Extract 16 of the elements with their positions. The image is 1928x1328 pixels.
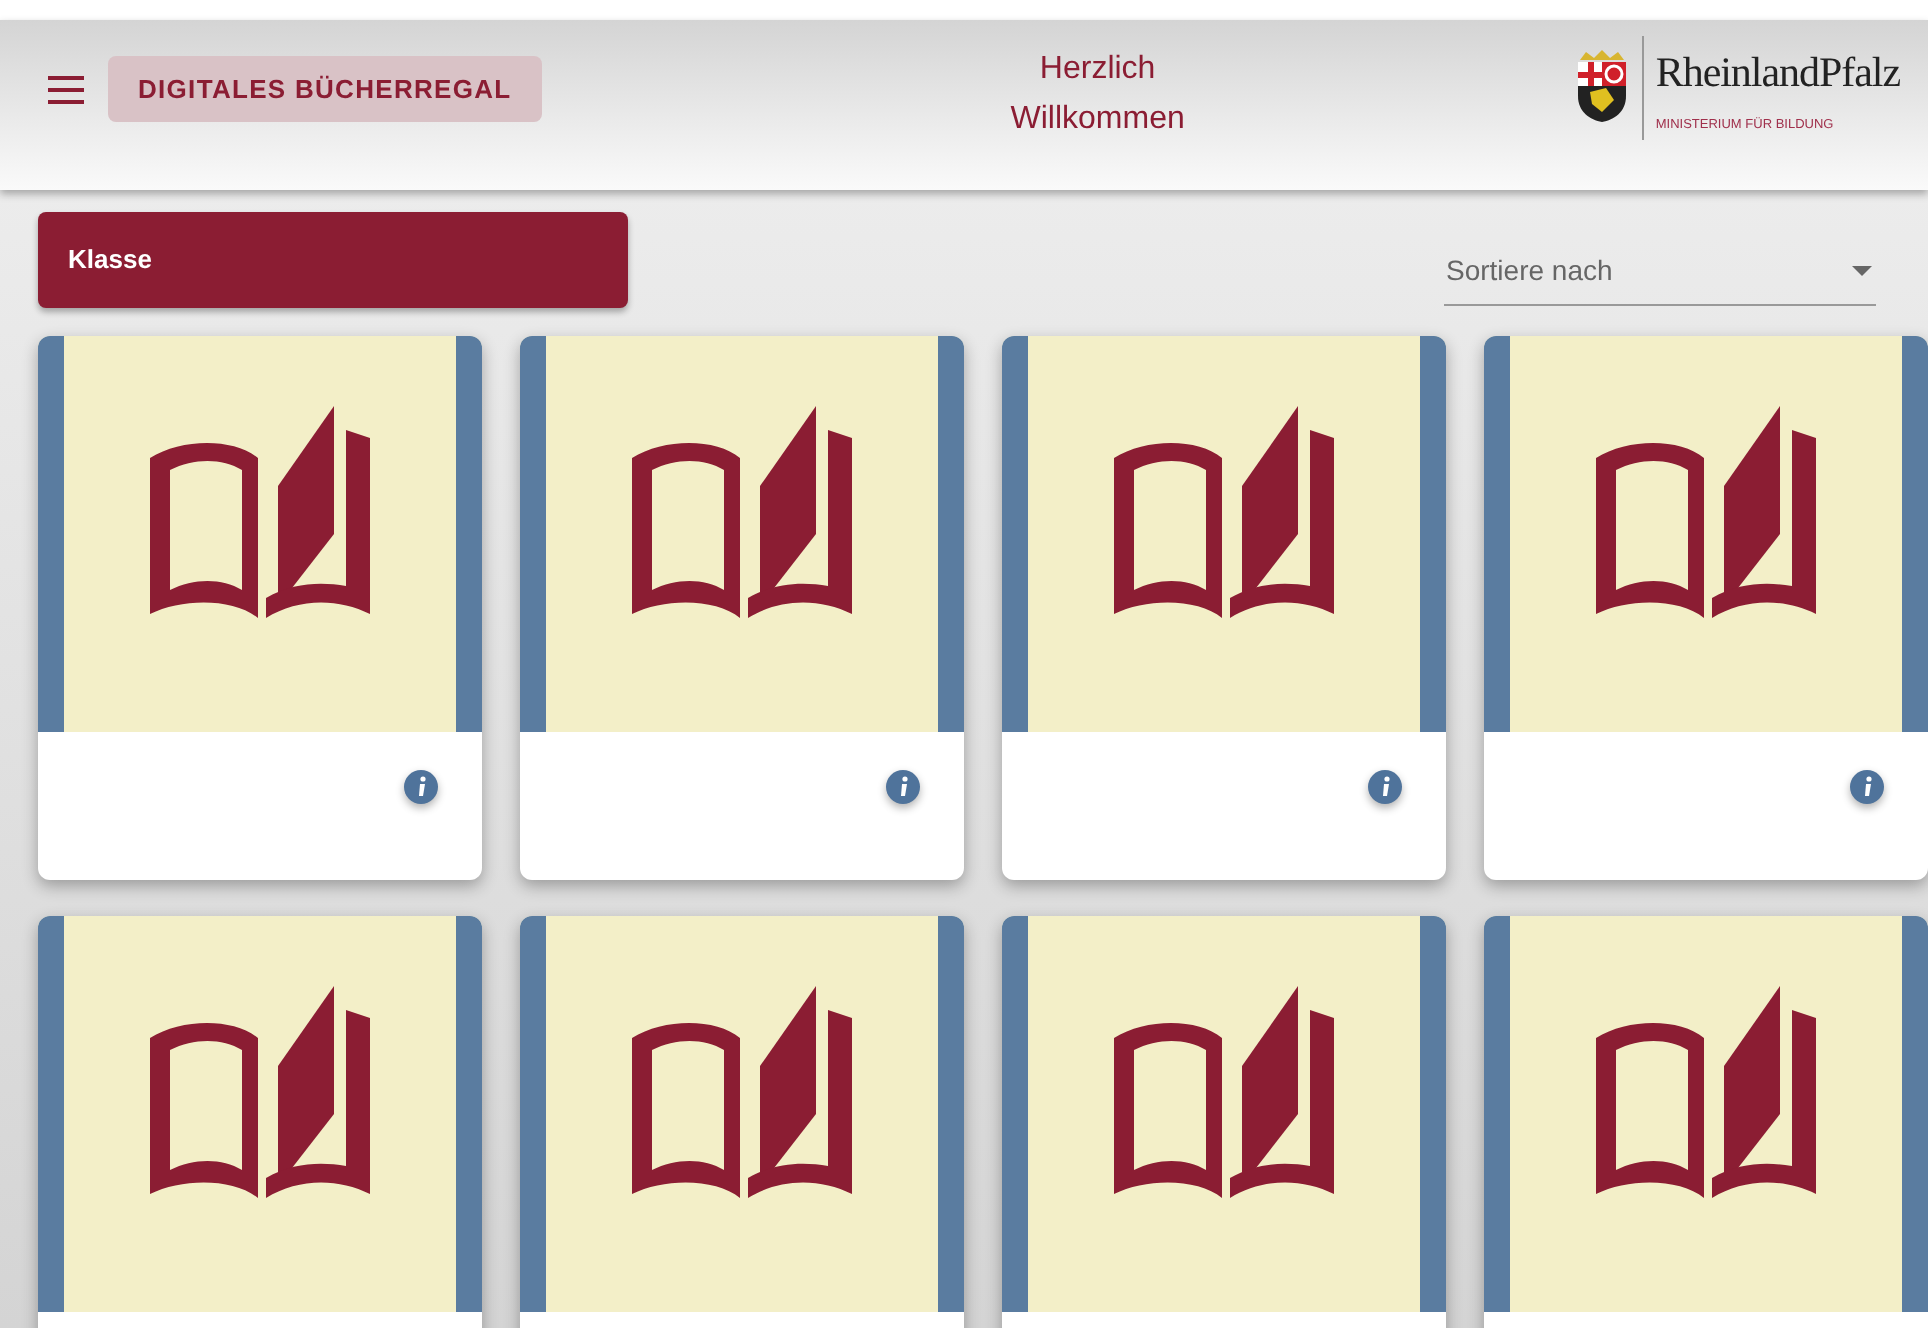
info-icon[interactable] xyxy=(886,770,920,804)
greeting-text: Herzlich Willkommen xyxy=(1008,49,1187,139)
sort-select[interactable]: Sortiere nach xyxy=(1444,236,1876,306)
book-card[interactable] xyxy=(520,336,964,880)
info-icon[interactable] xyxy=(1368,770,1402,804)
coat-of-arms-icon xyxy=(1573,47,1630,123)
book-card[interactable] xyxy=(1484,336,1928,880)
dropdown-caret-icon xyxy=(1852,265,1872,275)
app-title-button[interactable]: DIGITALES BÜCHERREGAL xyxy=(108,56,542,122)
info-icon[interactable] xyxy=(1850,770,1884,804)
menu-icon[interactable] xyxy=(48,75,84,103)
logo-name: RheinlandPfalz xyxy=(1655,47,1900,95)
book-card[interactable] xyxy=(1002,336,1446,880)
class-button[interactable]: Klasse xyxy=(38,212,628,308)
info-icon[interactable] xyxy=(404,770,438,804)
book-card[interactable] xyxy=(38,336,482,880)
